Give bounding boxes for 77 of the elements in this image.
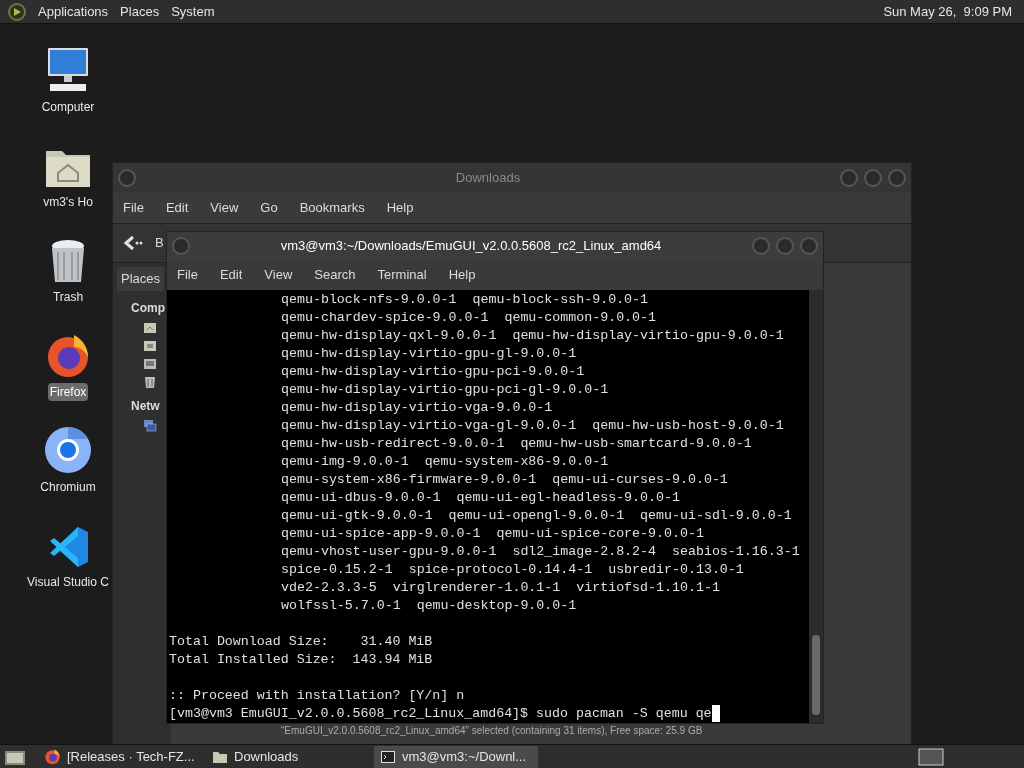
terminal-line: qemu-hw-usb-redirect-9.0.0-1 qemu-hw-usb-smartcard-9.0.0-1: [280, 435, 752, 453]
scrollbar[interactable]: [809, 290, 823, 723]
menu-item[interactable]: Bookmarks: [299, 198, 365, 218]
terminal-line: qemu-img-9.0.0-1 qemu-system-x86-9.0.0-1: [280, 453, 609, 471]
fox-globe-icon: [44, 748, 61, 765]
terminal-line: qemu-system-x86-firmware-9.0.0-1 qemu-ui-curses-9.0.0-1: [280, 471, 728, 489]
window-title: Downloads: [454, 169, 522, 188]
window-menu-icon: [117, 168, 137, 188]
terminal-line: qemu-ui-gtk-9.0.0-1 qemu-ui-opengl-9.0.0-1 qemu-ui-sdl-9.0.0-1: [280, 507, 792, 525]
terminal-line: qemu-ui-dbus-9.0.0-1 qemu-ui-egl-headless-9.0.0-1: [280, 489, 680, 507]
taskbar-button[interactable]: vm3@vm3:~/Downl...: [374, 745, 538, 768]
desktop-icon-label[interactable]: Visual Studio C: [25, 573, 111, 591]
terminal-line: qemu-hw-display-virtio-vga-gl-9.0.0-1 qemu-hw-usb-host-9.0.0-1: [280, 417, 784, 435]
back-button[interactable]: [123, 235, 143, 251]
minimize-button-icon: [751, 236, 771, 256]
terminal-line: qemu-vhost-user-gpu-9.0.0-1 sdl2_image-2.8.2-4 seabios-1.16.3-1: [280, 543, 800, 561]
desktop-icon-label[interactable]: Trash: [50, 288, 86, 306]
terminal-line: qemu-ui-spice-app-9.0.0-1 qemu-ui-spice-core-9.0.0-1: [280, 525, 704, 543]
terminal-icon: [380, 749, 396, 764]
menu-item[interactable]: Help: [386, 198, 414, 218]
panel-menu[interactable]: Applications: [38, 1, 109, 22]
terminal-line: qemu-hw-display-virtio-gpu-pci-gl-9.0.0-1: [280, 381, 609, 399]
text-cursor: [711, 705, 720, 722]
terminal-line: qemu-block-nfs-9.0.0-1 qemu-block-ssh-9.0.0-1: [280, 291, 649, 309]
terminal-line: vde2-2.3.3-5 virglrenderer-1.0.1-1 virtiofsd-1.10.1-1: [280, 579, 720, 597]
sidebar-heading: Netw: [130, 397, 161, 415]
sidebar-tab[interactable]: Places: [117, 267, 165, 291]
desktop-icon-label[interactable]: Computer: [39, 98, 97, 116]
terminal-line: qemu-hw-display-virtio-vga-9.0.0-1: [280, 399, 553, 417]
chromium-icon: [44, 426, 92, 474]
menu-item[interactable]: View: [264, 265, 293, 285]
taskbar-button[interactable]: [Releases · Tech-FZ...: [38, 745, 202, 768]
back-arrow-icon: [123, 235, 143, 251]
menu-item[interactable]: View: [210, 198, 239, 218]
folder-icon: [143, 338, 157, 353]
minimize-button-icon: [839, 168, 859, 188]
terminal-line: qemu-hw-display-qxl-9.0.0-1 qemu-hw-display-virtio-gpu-9.0.0-1: [280, 327, 784, 345]
menu-item[interactable]: File: [123, 198, 144, 218]
terminal-line: qemu-hw-display-virtio-gpu-pci-9.0.0-1: [280, 363, 585, 381]
menu-logo-icon: [8, 2, 26, 21]
close-button-icon: [799, 236, 819, 256]
drive-icon: [143, 356, 157, 371]
menu-item[interactable]: File: [177, 265, 198, 285]
menu-item[interactable]: Edit: [165, 198, 189, 218]
terminal-line: :: Proceed with installation? [Y/n] n: [169, 687, 465, 705]
sidebar-heading: Comp: [130, 299, 166, 317]
window-menu-icon: [171, 236, 191, 256]
maximize-button-icon: [775, 236, 795, 256]
desktop-icon-label[interactable]: Chromium: [38, 478, 98, 496]
terminal-line: Total Installed Size: 143.94 MiB: [169, 651, 433, 669]
taskbar-button[interactable]: Downloads: [206, 745, 370, 768]
menu-item[interactable]: Go: [260, 198, 278, 218]
toolbar-label[interactable]: B: [155, 233, 164, 253]
status-bar-text: “EmuGUI_v2.0.0.5608_rc2_Linux_amd64” selected (containing 31 items), Free space: 25.9 GB: [280, 724, 704, 738]
terminal-line: qemu-hw-display-virtio-gpu-gl-9.0.0-1: [280, 345, 577, 363]
terminal-line: wolfssl-5.7.0-1 qemu-desktop-9.0.0-1: [280, 597, 577, 615]
maximize-button-icon: [863, 168, 883, 188]
close-button-icon: [887, 168, 907, 188]
clock: Sun May 26, 9:09 PM: [883, 2, 1013, 21]
window-title: vm3@vm3:~/Downloads/EmuGUI_v2.0.0.5608_rc2_Linux_amd64: [279, 237, 663, 256]
desktop-icon-label[interactable]: Firefox: [47, 383, 89, 401]
menu-item[interactable]: Help: [448, 265, 476, 285]
panel-menu[interactable]: System: [171, 1, 215, 22]
workspace-switcher-icon: [918, 747, 944, 766]
home-folder-icon: [143, 320, 157, 335]
terminal-line: qemu-chardev-spice-9.0.0-1 qemu-common-9.0.0-1: [280, 309, 657, 327]
terminal-line: [vm3@vm3 EmuGUI_v2.0.0.5608_rc2_Linux_amd64]$ sudo pacman -S qemu qe: [169, 705, 712, 723]
trash-can-icon: [143, 374, 157, 389]
desktop-icon-label[interactable]: vm3's Ho: [41, 193, 95, 211]
network-icon: [143, 418, 157, 433]
menu-item[interactable]: Edit: [219, 265, 243, 285]
menu-item[interactable]: Search: [314, 265, 356, 285]
menu-item[interactable]: Terminal: [377, 265, 427, 285]
panel-menu[interactable]: Places: [120, 1, 160, 22]
terminal-line: Total Download Size: 31.40 MiB: [169, 633, 433, 651]
terminal-line: spice-0.15.2-1 spice-protocol-0.14.4-1 usbredir-0.13.0-1: [280, 561, 744, 579]
folder-icon: [212, 749, 228, 764]
